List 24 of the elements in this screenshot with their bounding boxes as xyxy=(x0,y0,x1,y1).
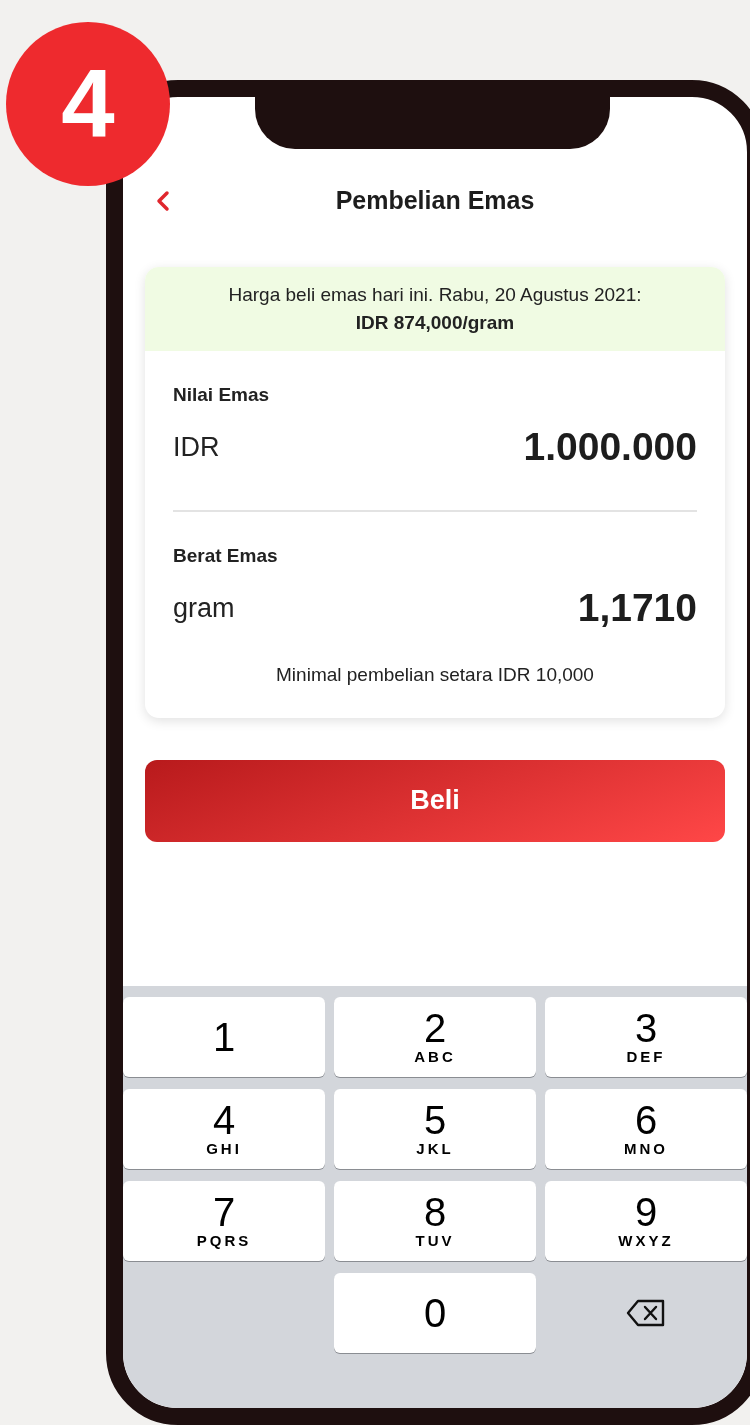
keypad-key[interactable]: 3 DEF xyxy=(545,997,747,1077)
keypad-key[interactable]: 1 xyxy=(123,997,325,1077)
field-unit: IDR xyxy=(173,430,220,464)
price-per-gram: IDR 874,000/gram xyxy=(355,311,515,335)
field-label: Nilai Emas xyxy=(173,383,271,407)
step-badge: 4 xyxy=(6,22,170,186)
backspace-icon xyxy=(626,1299,666,1327)
keypad-key[interactable]: 9 WXYZ xyxy=(545,1181,747,1261)
field-value: 1,1710 xyxy=(577,584,697,631)
keypad-key[interactable]: 5 JKL xyxy=(334,1089,536,1169)
field-unit: gram xyxy=(173,591,235,625)
keypad-key[interactable]: 7 PQRS xyxy=(123,1181,325,1261)
keypad-key[interactable]: 8 TUV xyxy=(334,1181,536,1261)
page-title: Pembelian Emas xyxy=(335,185,535,217)
back-chevron-icon xyxy=(156,190,170,212)
keypad-key[interactable]: 4 GHI xyxy=(123,1089,325,1169)
price-banner-text: Harga beli emas hari ini. Rabu, 20 Agustus 2021: xyxy=(228,282,642,307)
field-value: 1.000.000 xyxy=(523,423,697,470)
minimum-note: Minimal pembelian setara IDR 10,000 xyxy=(276,664,594,685)
keypad-key[interactable]: 0 xyxy=(334,1273,536,1353)
keypad-key[interactable]: 6 MNO xyxy=(545,1089,747,1169)
keypad-key[interactable]: 2 ABC xyxy=(334,997,536,1077)
buy-button[interactable]: Beli xyxy=(145,759,725,842)
field-label: Berat Emas xyxy=(173,544,279,568)
